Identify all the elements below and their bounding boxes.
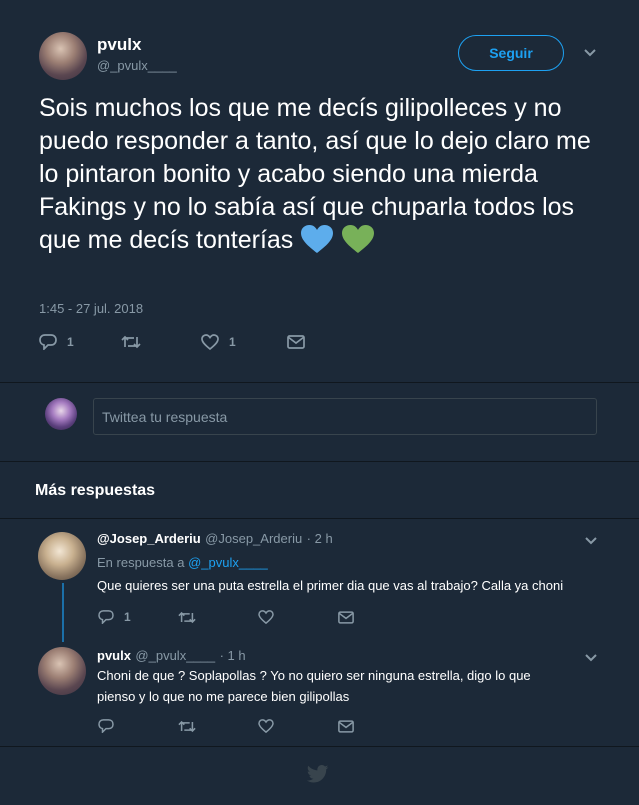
reply-text-line: pienso y lo que no me parece bien gilipo… <box>97 689 350 704</box>
reply-count: 1 <box>67 335 74 349</box>
more-replies-title: Más respuestas <box>35 482 156 499</box>
chevron-down-icon[interactable] <box>584 651 598 665</box>
avatar[interactable] <box>39 32 87 80</box>
thread-line <box>62 583 64 642</box>
retweet-button[interactable] <box>178 611 258 624</box>
reply-text: Que quieres ser una puta estrella el pri… <box>97 578 564 593</box>
message-icon <box>338 610 354 624</box>
divider <box>0 461 639 462</box>
reply-time[interactable]: · 2 h <box>307 531 333 546</box>
reply-button[interactable]: 1 <box>98 610 178 624</box>
avatar[interactable] <box>38 647 86 695</box>
divider <box>0 746 639 747</box>
reply-button[interactable] <box>98 719 178 733</box>
in-reply-to: En respuesta a @_pvulx____ <box>97 555 268 570</box>
reply-header: pvulx @_pvulx____ · 1 h <box>97 647 246 665</box>
in-reply-link[interactable]: @_pvulx____ <box>188 555 268 570</box>
divider <box>0 382 639 383</box>
reply-time[interactable]: · 1 h <box>220 648 246 663</box>
reply-text: Choni de que ? Soplapollas ? Yo no quier… <box>97 665 617 707</box>
like-button[interactable]: 1 <box>201 334 287 350</box>
timestamp[interactable]: 1:45 - 27 jul. 2018 <box>39 301 143 316</box>
author-name[interactable]: pvulx <box>97 35 141 55</box>
divider <box>0 518 639 519</box>
retweet-icon <box>178 720 196 732</box>
author-name[interactable]: @Josep_Arderiu <box>97 531 201 546</box>
twitter-bird-icon <box>306 765 329 788</box>
message-icon <box>338 719 354 733</box>
green-heart-icon <box>341 224 375 263</box>
avatar[interactable] <box>38 532 86 580</box>
like-icon <box>258 719 274 733</box>
blue-heart-icon <box>300 224 334 263</box>
like-icon <box>258 610 274 624</box>
chevron-down-icon[interactable] <box>583 46 597 60</box>
message-button[interactable] <box>338 610 354 624</box>
reply-icon <box>98 719 114 733</box>
reply-text-line: Choni de que ? Soplapollas ? Yo no quier… <box>97 668 531 683</box>
reply-input[interactable]: Twittea tu respuesta <box>93 398 597 435</box>
reply-button[interactable]: 1 <box>39 334 121 350</box>
follow-button[interactable]: Seguir <box>458 35 564 71</box>
main-tweet: pvulx @_pvulx____ Seguir Sois muchos los… <box>0 0 639 382</box>
tweet-text: Sois muchos los que me decís gilipollece… <box>39 92 614 263</box>
message-button[interactable] <box>287 335 305 349</box>
in-reply-prefix: En respuesta a <box>97 555 185 570</box>
like-button[interactable] <box>258 610 338 624</box>
chevron-down-icon[interactable] <box>584 534 598 548</box>
reply-count: 1 <box>124 610 131 624</box>
tweet-actions <box>98 719 354 733</box>
retweet-button[interactable] <box>178 720 258 733</box>
tweet-actions: 1 <box>98 610 354 624</box>
author-name[interactable]: pvulx <box>97 648 131 663</box>
tweet-actions: 1 1 <box>39 334 305 350</box>
author-handle[interactable]: @_pvulx____ <box>135 648 215 663</box>
like-button[interactable] <box>258 719 338 733</box>
reply-icon <box>39 334 57 350</box>
avatar <box>45 398 77 430</box>
retweet-button[interactable] <box>121 335 201 349</box>
author-handle[interactable]: @Josep_Arderiu <box>205 531 302 546</box>
reply-header: @Josep_Arderiu @Josep_Arderiu · 2 h <box>97 530 333 548</box>
like-icon <box>201 334 219 350</box>
message-button[interactable] <box>338 719 354 733</box>
retweet-icon <box>178 611 196 623</box>
like-count: 1 <box>229 335 236 349</box>
reply-icon <box>98 610 114 624</box>
retweet-icon <box>121 335 141 349</box>
author-handle[interactable]: @_pvulx____ <box>97 58 177 73</box>
message-icon <box>287 335 305 349</box>
